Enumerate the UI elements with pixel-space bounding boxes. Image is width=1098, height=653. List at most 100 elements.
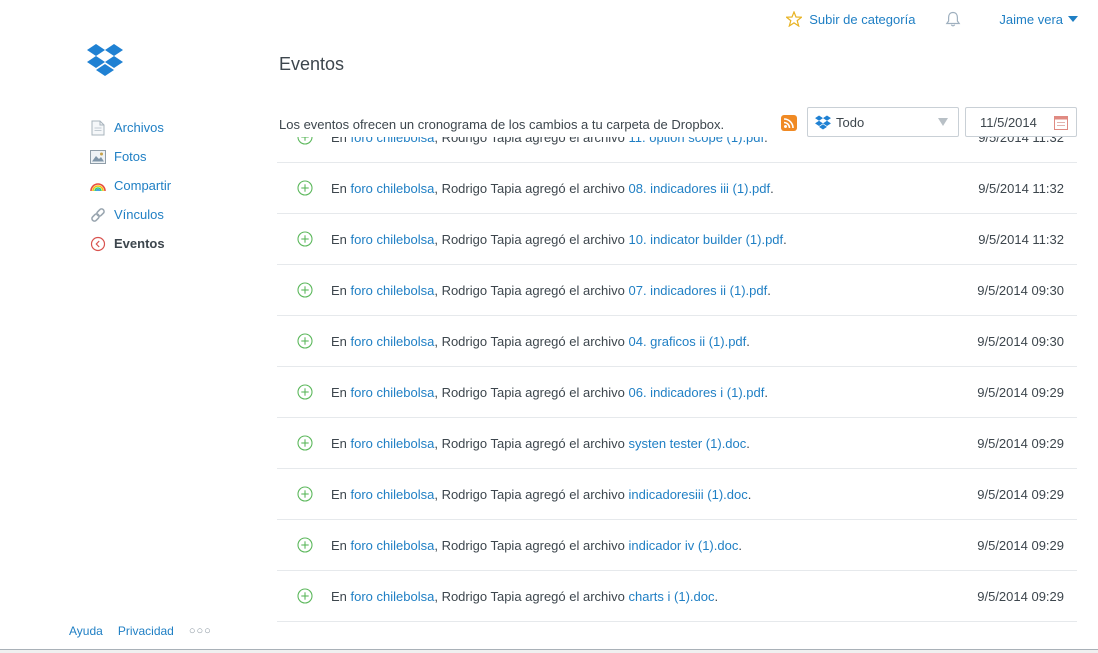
event-folder-link[interactable]: foro chilebolsa bbox=[351, 232, 435, 247]
user-menu[interactable]: Jaime vera bbox=[999, 12, 1078, 27]
dropbox-logo-icon[interactable] bbox=[87, 43, 123, 77]
event-file-link[interactable]: 08. indicadores iii (1).pdf bbox=[629, 181, 771, 196]
sidebar-item-label: Archivos bbox=[114, 120, 164, 135]
window-bottom-edge bbox=[0, 649, 1098, 653]
upgrade-link[interactable]: Subir de categoría bbox=[786, 11, 915, 27]
event-timestamp: 9/5/2014 09:30 bbox=[977, 282, 1064, 298]
event-folder-link[interactable]: foro chilebolsa bbox=[351, 334, 435, 349]
event-file-link[interactable]: 07. indicadores ii (1).pdf bbox=[629, 283, 768, 298]
sidebar-item-label: Fotos bbox=[114, 149, 147, 164]
event-row: En foro chilebolsa, Rodrigo Tapia agregó… bbox=[277, 163, 1077, 214]
event-file-link[interactable]: 04. graficos ii (1).pdf bbox=[629, 334, 747, 349]
event-timestamp: 9/5/2014 09:29 bbox=[977, 537, 1064, 553]
event-file-link[interactable]: indicador iv (1).doc bbox=[629, 538, 739, 553]
rss-icon bbox=[783, 118, 794, 129]
rss-feed-button[interactable] bbox=[781, 115, 797, 131]
event-suffix: . bbox=[783, 231, 787, 247]
sidebar-item-label: Vínculos bbox=[114, 207, 164, 222]
filter-selected-value: Todo bbox=[836, 114, 865, 130]
sidebar-item-eventos[interactable]: Eventos bbox=[90, 229, 171, 258]
event-file-link[interactable]: 10. indicator builder (1).pdf bbox=[629, 232, 784, 247]
event-folder-link[interactable]: foro chilebolsa bbox=[351, 487, 435, 502]
event-prefix: En bbox=[331, 486, 351, 502]
sidebar-nav: Archivos Fotos Compartir Vínculos Evento… bbox=[90, 113, 171, 258]
dropbox-icon bbox=[815, 114, 831, 130]
privacy-link[interactable]: Privacidad bbox=[118, 624, 174, 638]
event-suffix: . bbox=[714, 588, 719, 604]
clock-icon bbox=[90, 236, 106, 252]
event-row: En foro chilebolsa, Rodrigo Tapia agregó… bbox=[277, 367, 1077, 418]
event-file-link[interactable]: systen tester (1).doc bbox=[629, 436, 747, 451]
events-list-inner: En foro chilebolsa, Rodrigo Tapia agregó… bbox=[277, 137, 1077, 622]
event-timestamp: 9/5/2014 09:29 bbox=[977, 486, 1064, 502]
event-middle: , Rodrigo Tapia agregó el archivo bbox=[434, 486, 629, 502]
event-file-link[interactable]: indicadoresiii (1).doc bbox=[629, 487, 748, 502]
more-options-button[interactable]: ○○○ bbox=[189, 625, 212, 637]
event-folder-link[interactable]: foro chilebolsa bbox=[351, 589, 435, 604]
sidebar-item-archivos[interactable]: Archivos bbox=[90, 113, 171, 142]
sidebar-item-vinculos[interactable]: Vínculos bbox=[90, 200, 171, 229]
event-folder-link[interactable]: foro chilebolsa bbox=[351, 283, 435, 298]
event-timestamp: 9/5/2014 09:29 bbox=[977, 435, 1064, 451]
event-folder-link[interactable]: foro chilebolsa bbox=[351, 436, 435, 451]
app-window: Subir de categoría Jaime vera Archivos F… bbox=[0, 0, 1098, 653]
event-text: En foro chilebolsa, Rodrigo Tapia agregó… bbox=[331, 283, 771, 298]
add-circle-icon bbox=[297, 537, 313, 553]
event-folder-link[interactable]: foro chilebolsa bbox=[351, 385, 435, 400]
sidebar-footer: Ayuda Privacidad ○○○ bbox=[69, 624, 227, 638]
event-file-link[interactable]: 11. option scope (1).pdf bbox=[629, 137, 765, 145]
event-folder-link[interactable]: foro chilebolsa bbox=[351, 538, 435, 553]
caret-down-icon bbox=[1068, 16, 1078, 22]
dropdown-arrow-icon bbox=[938, 118, 948, 126]
event-middle: , Rodrigo Tapia agregó el archivo bbox=[434, 180, 629, 196]
event-file-link[interactable]: charts i (1).doc bbox=[629, 589, 715, 604]
event-prefix: En bbox=[331, 231, 351, 247]
event-row: En foro chilebolsa, Rodrigo Tapia agregó… bbox=[277, 520, 1077, 571]
add-circle-icon bbox=[297, 486, 313, 502]
event-text: En foro chilebolsa, Rodrigo Tapia agregó… bbox=[331, 334, 750, 349]
event-file-link[interactable]: 06. indicadores i (1).pdf bbox=[629, 385, 765, 400]
event-row: En foro chilebolsa, Rodrigo Tapia agregó… bbox=[277, 316, 1077, 367]
event-timestamp: 9/5/2014 11:32 bbox=[978, 231, 1064, 247]
events-list[interactable]: En foro chilebolsa, Rodrigo Tapia agregó… bbox=[277, 137, 1077, 653]
event-suffix: . bbox=[738, 537, 742, 553]
sidebar-item-fotos[interactable]: Fotos bbox=[90, 142, 171, 171]
notifications-button[interactable] bbox=[945, 11, 961, 28]
add-circle-icon bbox=[297, 333, 313, 349]
event-suffix: . bbox=[764, 384, 768, 400]
bell-icon bbox=[946, 11, 961, 26]
event-suffix: . bbox=[746, 435, 750, 451]
event-prefix: En bbox=[331, 282, 351, 298]
help-link[interactable]: Ayuda bbox=[69, 624, 103, 638]
sidebar-item-compartir[interactable]: Compartir bbox=[90, 171, 171, 200]
file-icon bbox=[90, 120, 106, 136]
event-middle: , Rodrigo Tapia agregó el archivo bbox=[434, 435, 629, 451]
event-middle: , Rodrigo Tapia agregó el archivo bbox=[434, 384, 629, 400]
event-row: En foro chilebolsa, Rodrigo Tapia agregó… bbox=[277, 469, 1077, 520]
calendar-icon bbox=[1054, 116, 1068, 130]
add-circle-icon bbox=[297, 588, 313, 604]
date-picker[interactable]: 11/5/2014 bbox=[965, 107, 1077, 137]
event-prefix: En bbox=[331, 435, 351, 451]
event-text: En foro chilebolsa, Rodrigo Tapia agregó… bbox=[331, 385, 768, 400]
date-value: 11/5/2014 bbox=[980, 114, 1037, 130]
event-folder-link[interactable]: foro chilebolsa bbox=[351, 137, 435, 145]
event-row: En foro chilebolsa, Rodrigo Tapia agregó… bbox=[277, 265, 1077, 316]
event-timestamp: 9/5/2014 09:29 bbox=[977, 384, 1064, 400]
event-text: En foro chilebolsa, Rodrigo Tapia agregó… bbox=[331, 181, 774, 196]
event-text: En foro chilebolsa, Rodrigo Tapia agregó… bbox=[331, 232, 787, 247]
event-row: En foro chilebolsa, Rodrigo Tapia agregó… bbox=[277, 214, 1077, 265]
event-row: En foro chilebolsa, Rodrigo Tapia agregó… bbox=[277, 137, 1077, 163]
event-prefix: En bbox=[331, 333, 351, 349]
event-text: En foro chilebolsa, Rodrigo Tapia agregó… bbox=[331, 487, 751, 502]
event-middle: , Rodrigo Tapia agregó el archivo bbox=[434, 231, 629, 247]
photo-icon bbox=[90, 149, 106, 165]
event-suffix: . bbox=[770, 180, 774, 196]
add-circle-icon bbox=[297, 384, 313, 400]
event-filter-select[interactable]: Todo bbox=[807, 107, 959, 137]
event-text: En foro chilebolsa, Rodrigo Tapia agregó… bbox=[331, 538, 742, 553]
event-folder-link[interactable]: foro chilebolsa bbox=[351, 181, 435, 196]
sidebar-item-label: Eventos bbox=[114, 236, 165, 251]
top-bar: Subir de categoría Jaime vera bbox=[786, 8, 1078, 30]
event-suffix: . bbox=[747, 486, 752, 502]
